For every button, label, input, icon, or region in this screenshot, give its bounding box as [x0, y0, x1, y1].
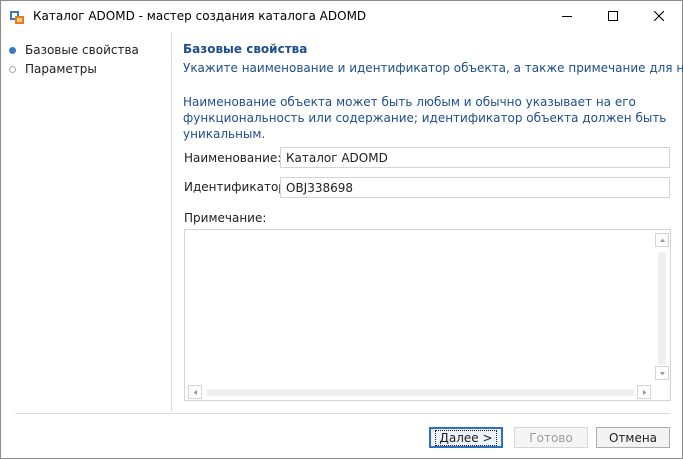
vertical-scrollbar[interactable]: [654, 230, 670, 385]
page-description: Наименование объекта может быть любым и …: [183, 95, 667, 141]
nav-item-parameters[interactable]: Параметры: [9, 60, 97, 78]
scroll-up-button[interactable]: [655, 233, 669, 247]
close-icon: [654, 11, 664, 21]
close-button[interactable]: [636, 1, 682, 32]
minimize-icon: [562, 16, 572, 17]
identifier-input[interactable]: [280, 177, 670, 198]
nav-item-label: Базовые свойства: [25, 43, 139, 57]
wizard-window: Каталог ADOMD - мастер создания каталога…: [0, 0, 683, 459]
note-label: Примечание:: [184, 211, 267, 225]
name-label: Наименование:: [184, 151, 282, 165]
footer-separator: [15, 413, 670, 414]
page-heading: Базовые свойства: [183, 42, 308, 56]
horizontal-scroll-track[interactable]: [207, 389, 634, 396]
arrow-left-icon: [193, 390, 197, 395]
step-inactive-dot-icon: [9, 65, 16, 73]
name-input[interactable]: [280, 147, 670, 168]
maximize-button[interactable]: [590, 1, 636, 32]
finish-button[interactable]: Готово: [514, 427, 588, 448]
horizontal-scrollbar[interactable]: [185, 385, 654, 400]
wizard-steps-nav: [1, 32, 171, 412]
note-textarea[interactable]: [185, 230, 659, 389]
nav-item-label: Параметры: [25, 62, 97, 76]
arrow-up-icon: [660, 238, 665, 242]
nav-divider: [171, 32, 172, 412]
cancel-button[interactable]: Отмена: [596, 427, 670, 448]
arrow-right-icon: [643, 390, 647, 395]
vertical-scroll-track[interactable]: [658, 252, 666, 365]
minimize-button[interactable]: [544, 1, 590, 32]
next-button[interactable]: Далее >: [429, 427, 503, 448]
arrow-down-icon: [660, 372, 665, 376]
next-button-label: Далее >: [435, 429, 497, 446]
identifier-label: Идентификатор:: [184, 180, 290, 194]
catalog-app-icon: [9, 9, 25, 25]
window-title: Каталог ADOMD - мастер создания каталога…: [33, 9, 367, 23]
note-memo: [184, 229, 671, 401]
scroll-right-button[interactable]: [637, 385, 651, 399]
page-subheading: Укажите наименование и идентификатор объ…: [183, 61, 683, 75]
maximize-icon: [608, 11, 618, 21]
nav-item-basic-properties[interactable]: Базовые свойства: [9, 41, 139, 59]
title-bar: Каталог ADOMD - мастер создания каталога…: [1, 1, 682, 32]
scroll-down-button[interactable]: [655, 366, 669, 380]
scroll-left-button[interactable]: [188, 385, 202, 399]
step-active-dot-icon: [9, 46, 16, 54]
